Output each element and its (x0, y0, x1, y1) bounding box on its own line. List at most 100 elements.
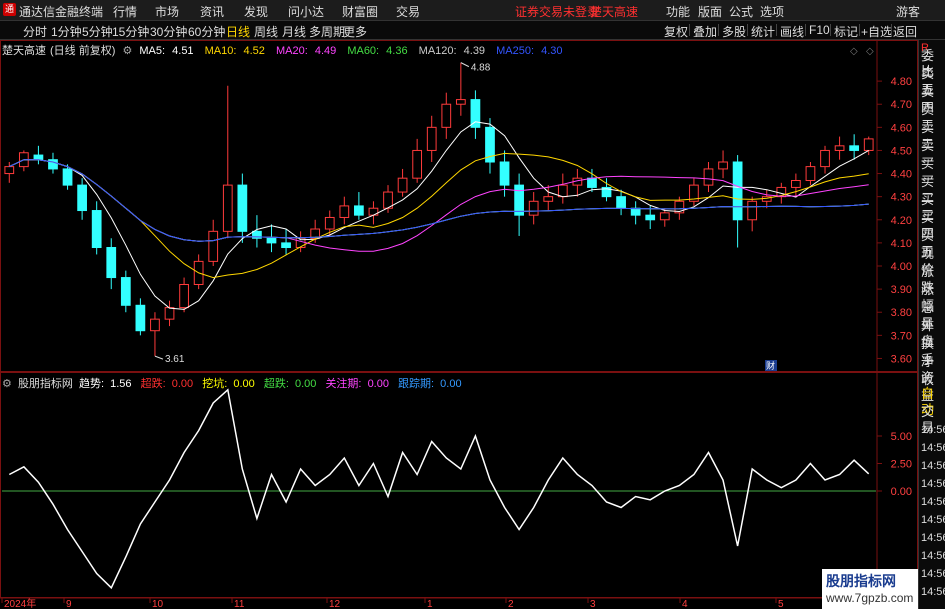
watermark-url: www.7gpzb.com (826, 591, 914, 605)
candle-body (135, 304, 146, 332)
tick-time: 14:56 (921, 586, 945, 598)
price-tick-label: 4.20 (891, 215, 912, 227)
trend-indicator-line (8, 388, 870, 590)
price-tick-label: 4.30 (891, 192, 912, 204)
price-tick-label: 4.00 (891, 261, 912, 273)
price-tick-label: 4.70 (891, 99, 912, 111)
indicator-legend: ⚙ 股朋指标网 趋势: 1.56 超跌: 0.00 挖坑: 0.00 超跌: 0… (2, 375, 468, 390)
tick-time: 14:56 (921, 514, 945, 526)
candle-body (732, 161, 743, 221)
candle-body (718, 161, 728, 170)
candle-body (470, 99, 481, 128)
candle-body (499, 161, 510, 186)
x-tick-label: 10 (152, 599, 164, 609)
candle-body (106, 247, 117, 279)
price-tick-label: 3.70 (891, 330, 912, 342)
price-tick-label: 3.80 (891, 307, 912, 319)
price-tick-label: 4.50 (891, 145, 912, 157)
candle-body (237, 184, 248, 232)
tick-time: 14:56 (921, 568, 945, 580)
x-tick-label: 1 (427, 599, 433, 609)
candle-body (791, 179, 801, 188)
price-tick-label: 3.60 (891, 353, 912, 365)
low-price-label: 3.61 (165, 354, 185, 365)
indicator-tick-label: 5.00 (891, 431, 912, 443)
candle-body (514, 184, 524, 216)
fin-marker-label: 财 (766, 360, 775, 372)
tick-time: 14:56 (921, 550, 945, 562)
x-tick-label: 2 (508, 599, 514, 609)
price-tick-label: 4.60 (891, 122, 912, 134)
candle-body (805, 166, 816, 181)
candle-body (703, 168, 714, 186)
ind-trend: 趋势: 1.56 (79, 378, 132, 390)
chart-expand-icon: ◇ (866, 46, 874, 57)
x-tick-label: 11 (234, 599, 245, 609)
watermark: 股朋指标网 www.7gpzb.com (822, 569, 918, 609)
candle-body (849, 145, 860, 151)
indicator-tick-label: 2.50 (891, 459, 912, 471)
candle-body (616, 196, 626, 209)
candle-body (62, 168, 73, 186)
x-tick-label: 9 (66, 599, 72, 609)
candle-body (587, 177, 597, 188)
low-marker-line (154, 355, 164, 360)
candle-body (222, 184, 233, 232)
candle-body (397, 177, 408, 193)
candle-body (208, 230, 219, 262)
tick-time: 14:56 (921, 424, 945, 436)
candle-body (339, 205, 350, 218)
candle-body (120, 277, 131, 306)
tick-time: 14:56 (921, 478, 945, 490)
candle-body (834, 145, 845, 151)
candle-body (426, 126, 437, 151)
tick-time: 14:56 (921, 496, 945, 508)
x-tick-label: 12 (329, 599, 341, 609)
indicator-settings-icon[interactable]: ⚙ (2, 378, 12, 390)
x-tick-label: 5 (778, 599, 784, 609)
tick-time: 14:56 (921, 460, 945, 472)
high-marker-line (460, 62, 470, 68)
candle-body (281, 242, 291, 249)
candle-body (179, 283, 189, 309)
tick-time: 14:56 (921, 532, 945, 544)
candle-body (4, 166, 15, 175)
candle-body (77, 184, 87, 212)
x-tick-label: 2024年 (4, 597, 36, 609)
chart-up-icon: ◇ (850, 46, 858, 57)
candle-body (91, 210, 102, 249)
ind-chaodie: 超跌: 0.00 (140, 378, 194, 390)
candle-body (543, 196, 554, 202)
tick-time: 14:56 (921, 442, 945, 454)
candle-body (455, 99, 466, 105)
candle-body (324, 216, 335, 230)
candle-body (528, 200, 539, 216)
candle-body (747, 200, 758, 221)
candle-body (266, 237, 277, 244)
ind-guanzhu: 关注期: 0.00 (325, 378, 389, 390)
candle-body (820, 149, 830, 168)
ind-wakeng: 挖坑: 0.00 (202, 378, 255, 390)
price-tick-label: 4.80 (891, 76, 912, 88)
indicator-name[interactable]: 股朋指标网 (18, 378, 73, 390)
kline-chart[interactable]: 4.80 4.70 4.60 4.50 4.40 4.30 4.20 4.10 4.00 3.90… (0, 0, 918, 609)
price-tick-label: 3.90 (891, 284, 912, 296)
candle-body (33, 154, 44, 161)
x-tick-label: 3 (590, 599, 596, 609)
candle-body (863, 138, 874, 151)
ind-genzong: 跟踪期: 0.00 (398, 378, 462, 390)
indicator-panel-border (0, 372, 918, 598)
candle-body (557, 184, 568, 198)
candle-body (150, 318, 160, 332)
candle-body (630, 207, 641, 216)
ind-chaodie2: 超跌: 0.00 (263, 378, 317, 390)
candle-body (645, 214, 656, 221)
candle-body (441, 103, 452, 128)
quote-sidebar: R 委比 卖五 卖四 卖三 卖二 卖一 买一 买二 买三 买四 买五 现价 涨跌… (918, 40, 945, 609)
watermark-title: 股朋指标网 (826, 573, 896, 589)
indicator-tick-label: 0.00 (891, 486, 912, 498)
x-tick-label: 4 (682, 599, 688, 609)
candle-body (659, 212, 670, 221)
high-price-label: 4.88 (471, 63, 491, 74)
candle-body (412, 149, 423, 179)
